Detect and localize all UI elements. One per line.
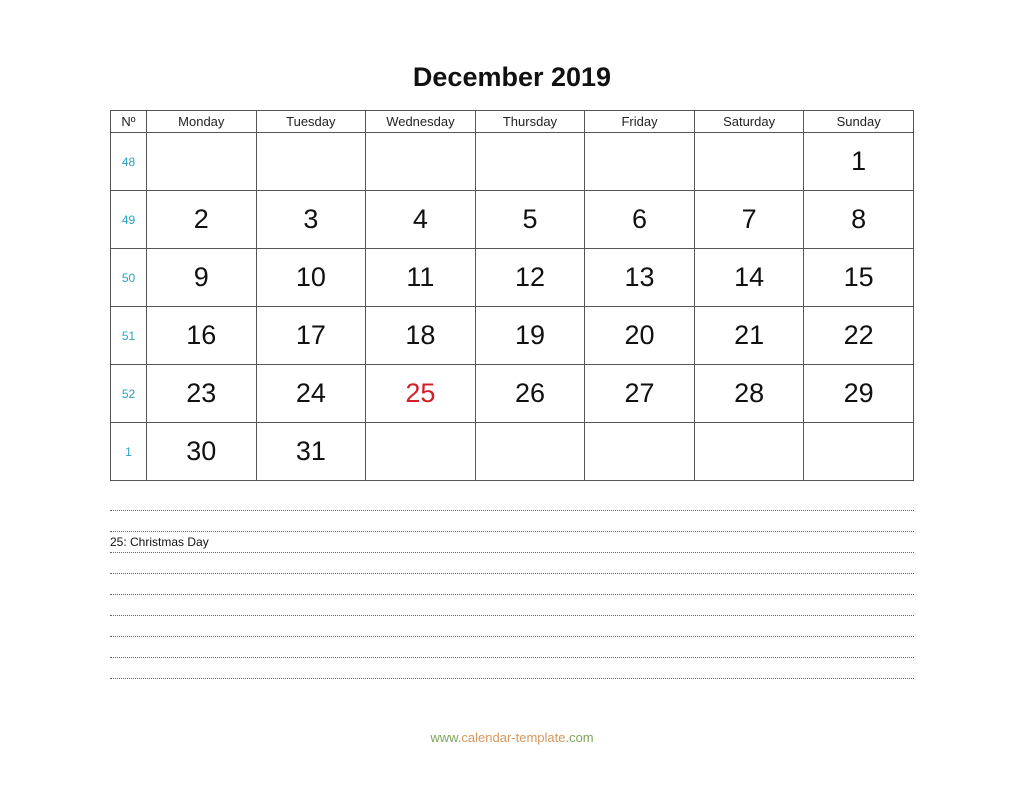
empty-day-cell: [693, 422, 805, 481]
day-cell: 29: [803, 364, 914, 423]
empty-day-cell: [255, 132, 367, 191]
day-cell: 30: [146, 422, 257, 481]
header-day: Wednesday: [365, 110, 476, 133]
day-cell: 2: [146, 190, 257, 249]
empty-day-cell: [584, 422, 695, 481]
day-cell: 11: [365, 248, 476, 307]
week-row: 52 23 24 25 26 27 28 29: [110, 364, 914, 423]
day-cell: 21: [693, 306, 805, 365]
note-line: [110, 594, 914, 615]
empty-day-cell: [584, 132, 695, 191]
calendar-grid: Nº Monday Tuesday Wednesday Thursday Friday Sa…: [110, 110, 914, 481]
empty-day-cell: [474, 132, 586, 191]
empty-day-cell: [365, 422, 476, 481]
header-row: Nº Monday Tuesday Wednesday Thursday Friday Sa…: [110, 110, 914, 133]
day-cell: 23: [146, 364, 257, 423]
day-cell: 6: [584, 190, 695, 249]
day-cell: 8: [803, 190, 914, 249]
week-number: 48: [110, 132, 147, 191]
footer-url[interactable]: www.calendar-template.com: [0, 730, 1024, 745]
footer-suffix: .com: [565, 730, 594, 745]
week-row: 48 1: [110, 132, 914, 191]
day-cell: 18: [365, 306, 476, 365]
day-cell: 28: [693, 364, 805, 423]
empty-day-cell: [803, 422, 914, 481]
week-row: 1 30 31: [110, 422, 914, 481]
day-cell: 31: [255, 422, 367, 481]
header-week-number: Nº: [110, 110, 147, 133]
note-line: [110, 510, 914, 531]
day-cell: 16: [146, 306, 257, 365]
week-row: 51 16 17 18 19 20 21 22: [110, 306, 914, 365]
day-cell: 7: [693, 190, 805, 249]
day-cell: 5: [474, 190, 586, 249]
day-cell: 24: [255, 364, 367, 423]
header-day: Thursday: [474, 110, 586, 133]
note-line: [110, 615, 914, 636]
week-number: 51: [110, 306, 147, 365]
header-day: Saturday: [693, 110, 805, 133]
day-cell: 4: [365, 190, 476, 249]
note-line: [110, 657, 914, 678]
day-cell: 27: [584, 364, 695, 423]
day-cell: 19: [474, 306, 586, 365]
calendar-title: December 2019: [412, 62, 612, 92]
note-line: 25: Christmas Day: [110, 531, 914, 552]
note-line: [110, 552, 914, 573]
day-cell: 26: [474, 364, 586, 423]
week-number: 49: [110, 190, 147, 249]
week-number: 52: [110, 364, 147, 423]
week-row: 50 9 10 11 12 13 14 15: [110, 248, 914, 307]
empty-day-cell: [365, 132, 476, 191]
note-line: [110, 573, 914, 594]
week-number: 1: [110, 422, 147, 481]
header-day: Friday: [584, 110, 695, 133]
day-cell: 15: [803, 248, 914, 307]
notes-section: 25: Christmas Day: [110, 510, 914, 679]
day-cell: 20: [584, 306, 695, 365]
week-number: 50: [110, 248, 147, 307]
day-cell: 1: [803, 132, 914, 191]
note-line: [110, 636, 914, 657]
day-cell: 13: [584, 248, 695, 307]
day-cell: 14: [693, 248, 805, 307]
day-cell: 3: [255, 190, 367, 249]
note-line: [110, 678, 914, 679]
header-day: Monday: [146, 110, 257, 133]
empty-day-cell: [146, 132, 257, 191]
day-cell: 22: [803, 306, 914, 365]
day-cell: 10: [255, 248, 367, 307]
day-cell: 25: [365, 364, 476, 423]
week-row: 49 2 3 4 5 6 7 8: [110, 190, 914, 249]
footer-prefix: www.: [430, 730, 462, 745]
footer-domain: calendar-template: [461, 730, 566, 745]
header-day: Tuesday: [255, 110, 367, 133]
header-day: Sunday: [803, 110, 914, 133]
day-cell: 9: [146, 248, 257, 307]
empty-day-cell: [474, 422, 586, 481]
day-cell: 12: [474, 248, 586, 307]
day-cell: 17: [255, 306, 367, 365]
empty-day-cell: [693, 132, 805, 191]
